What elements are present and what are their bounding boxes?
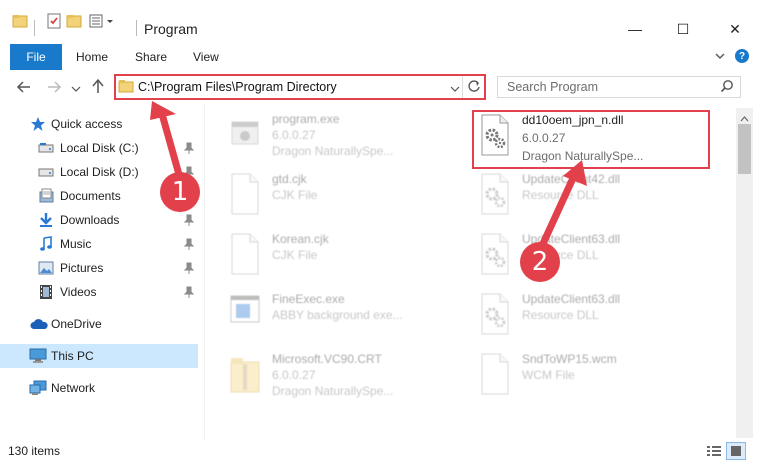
step-badge-1: 1 xyxy=(160,172,200,212)
arrow-2-shaft xyxy=(537,172,578,252)
step-badge-2: 2 xyxy=(520,242,560,282)
arrow-1-shaft xyxy=(158,110,184,182)
annotation-arrows xyxy=(150,101,587,252)
